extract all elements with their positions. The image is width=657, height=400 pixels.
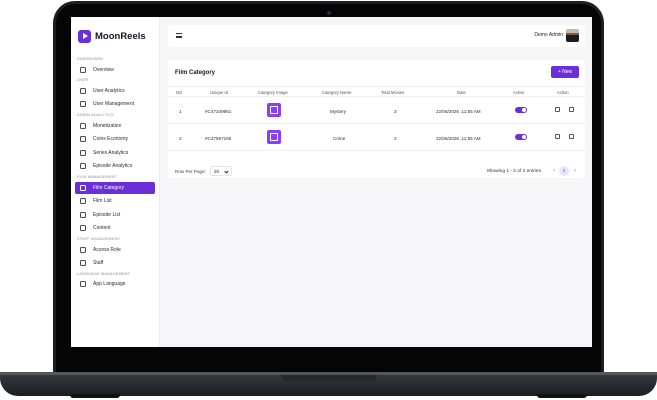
list-icon xyxy=(80,198,86,205)
coin-icon xyxy=(80,136,86,143)
analytics-icon xyxy=(80,87,86,94)
laptop-notch xyxy=(281,375,377,381)
sidebar-item-access-role[interactable]: Access Role xyxy=(75,244,155,256)
sidebar-item-app-language[interactable]: App Language xyxy=(75,278,155,290)
money-icon xyxy=(80,122,86,129)
film-icon xyxy=(80,184,86,191)
sidebar-item-film-category[interactable]: Film Category xyxy=(75,181,155,194)
cell-no: 1 xyxy=(179,108,182,114)
cell-date: 22/06/2026 ,11:55 AM xyxy=(436,108,481,114)
content-icon xyxy=(80,225,86,232)
section-staff-management: STAFF MANAGEMENT xyxy=(77,236,121,241)
cell-total-movies: 3 xyxy=(394,108,397,114)
active-toggle[interactable] xyxy=(515,107,527,113)
rows-per-page-select[interactable]: 20 xyxy=(210,166,232,176)
top-bar: Demo Admin xyxy=(168,25,585,47)
sidebar-item-film-list[interactable]: Film List xyxy=(75,195,155,207)
episode-icon xyxy=(80,163,86,170)
cell-no: 2 xyxy=(179,135,182,141)
cell-category-name: Crime xyxy=(333,135,346,141)
monitor-icon xyxy=(80,66,86,73)
cell-date: 22/06/2026 ,11:55 AM xyxy=(436,135,481,141)
sidebar-item-content[interactable]: Content xyxy=(75,222,155,234)
section-film-management: FILM MANAGEMENT xyxy=(77,174,117,179)
user-name[interactable]: Demo Admin xyxy=(534,32,563,38)
sidebar-item-user-analytics[interactable]: User Analytics xyxy=(75,85,155,97)
column-header-unique-id: Unique Id xyxy=(210,89,228,95)
brand[interactable]: MoonReels xyxy=(71,17,159,55)
cell-total-movies: 2 xyxy=(394,135,397,141)
avatar[interactable] xyxy=(566,29,579,42)
rows-per-page-label: Row Per Page: xyxy=(175,169,206,174)
trash-icon[interactable] xyxy=(569,107,574,112)
sidebar-item-episode-analytics[interactable]: Episode Analytics xyxy=(75,160,155,172)
prev-page-button[interactable]: ‹ xyxy=(553,168,555,174)
film-category-card: Film Category + New NO Unique Id Categor… xyxy=(168,60,585,178)
category-image-icon xyxy=(267,103,281,117)
cell-unique-id: #C47349951 xyxy=(205,108,232,114)
category-image-icon xyxy=(267,130,281,144)
page-button-current[interactable]: 1 xyxy=(559,166,569,176)
cell-unique-id: #C47597165 xyxy=(205,135,232,141)
app-screen: MoonReels DASHBOARD Overview USER User A… xyxy=(71,17,592,347)
sidebar-item-coins-economy[interactable]: Coins Economy xyxy=(75,133,155,145)
column-header-action: Action xyxy=(557,89,569,95)
sidebar-item-staff[interactable]: Staff xyxy=(75,257,155,269)
brand-name: MoonReels xyxy=(95,30,146,42)
laptop-mockup: MoonReels DASHBOARD Overview USER User A… xyxy=(0,0,657,400)
sidebar-item-episode-list[interactable]: Episode List xyxy=(75,209,155,221)
sidebar-item-user-management[interactable]: User Management xyxy=(75,98,155,110)
section-dashboard: DASHBOARD xyxy=(77,57,103,61)
table-row: 2 #C47597165 Crime 2 22/06/2026 ,11:55 A… xyxy=(168,125,585,151)
column-header-no: NO xyxy=(176,89,183,95)
menu-icon[interactable] xyxy=(176,33,182,38)
page-title: Film Category xyxy=(175,70,216,76)
table-header: NO Unique Id Category Image Category Nam… xyxy=(168,86,585,97)
column-header-total-movies: Total Movies xyxy=(381,89,405,95)
column-header-category-name: Category Name xyxy=(322,89,352,95)
column-header-active: Active xyxy=(513,89,525,95)
sidebar: MoonReels DASHBOARD Overview USER User A… xyxy=(71,17,160,347)
translate-icon xyxy=(80,281,86,288)
laptop-lid: MoonReels DASHBOARD Overview USER User A… xyxy=(53,1,604,375)
column-header-category-image: Category Image xyxy=(258,89,288,95)
series-icon xyxy=(80,149,86,156)
trash-icon[interactable] xyxy=(569,134,574,139)
section-user: USER xyxy=(77,78,89,83)
table-row: 1 #C47349951 Mystery 3 22/06/2026 ,11:55… xyxy=(168,98,585,124)
section-admin-analytics: ADMIN ANALYTICS xyxy=(77,112,114,117)
column-header-date: Date xyxy=(457,89,466,95)
section-language-management: LANGUAGE MANAGEMENT xyxy=(77,271,131,276)
video-icon xyxy=(80,211,86,218)
showing-entries: Showing 1 - 2 of 2 entries xyxy=(486,169,541,174)
shield-icon xyxy=(80,246,86,253)
next-page-button[interactable]: › xyxy=(574,168,576,174)
sidebar-item-overview[interactable]: Overview xyxy=(75,64,155,76)
sidebar-item-monetization[interactable]: Monetization xyxy=(75,120,155,132)
new-button[interactable]: + New xyxy=(551,66,579,78)
camera xyxy=(326,11,331,15)
active-toggle[interactable] xyxy=(515,134,527,140)
play-logo-icon xyxy=(78,29,91,43)
users-icon xyxy=(80,101,86,108)
user-icon xyxy=(80,260,86,267)
edit-icon[interactable] xyxy=(555,107,560,112)
sidebar-item-series-analytics[interactable]: Series Analytics xyxy=(75,147,155,159)
edit-icon[interactable] xyxy=(555,134,560,139)
cell-category-name: Mystery xyxy=(330,108,347,114)
